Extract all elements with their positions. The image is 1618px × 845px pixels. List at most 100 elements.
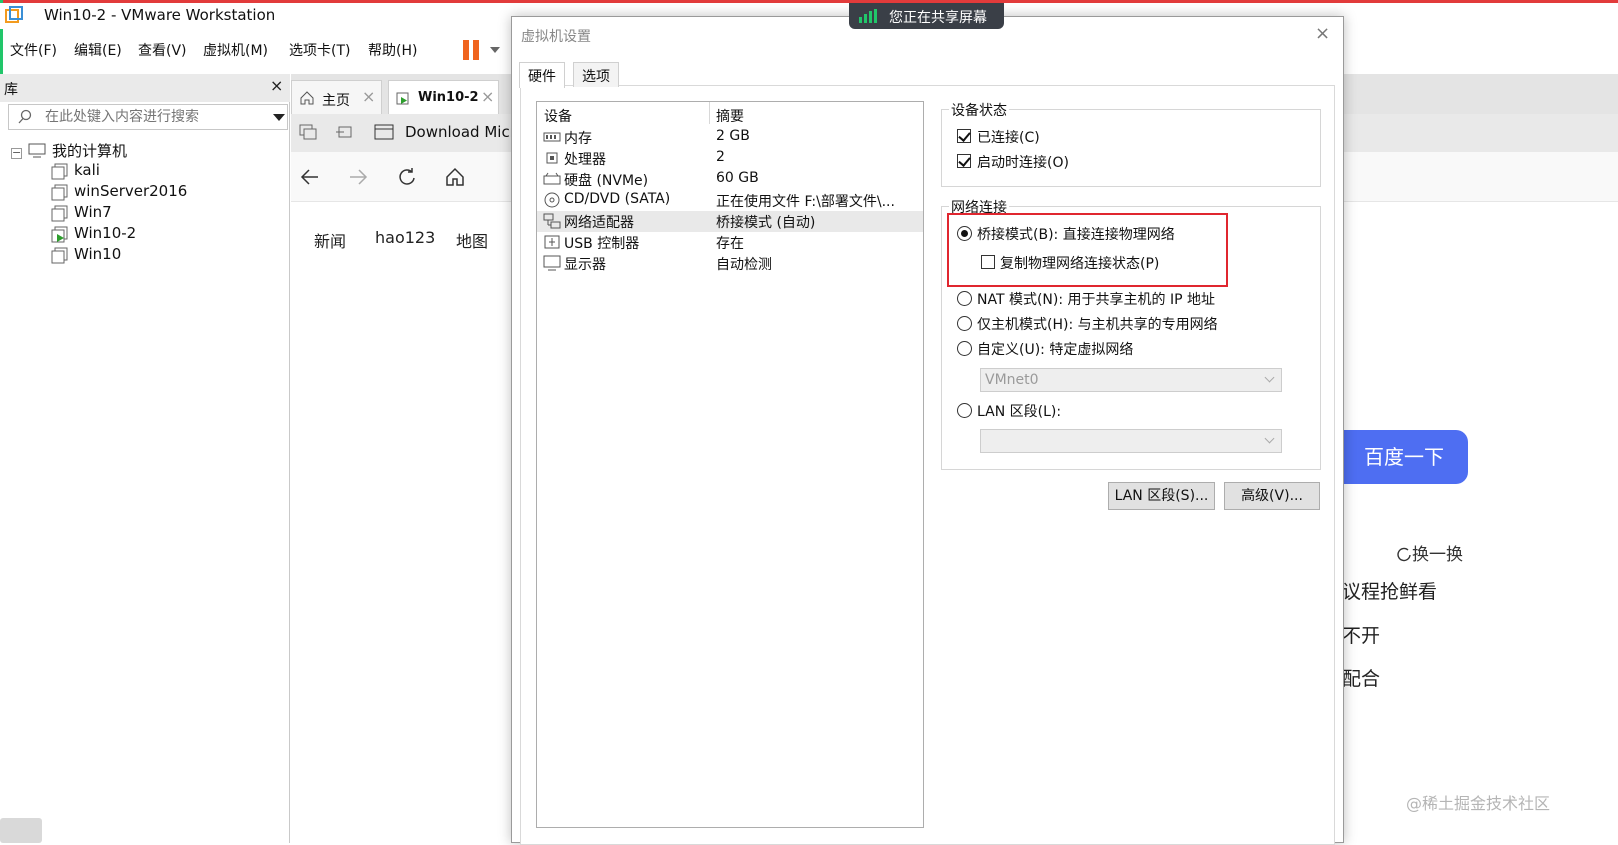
tree-vm-win7[interactable]: Win7 xyxy=(74,203,112,221)
device-row-network[interactable]: 网络适配器 桥接模式 (自动) xyxy=(537,211,923,232)
device-name: 内存 xyxy=(564,131,592,147)
connect-on-power-checkbox[interactable] xyxy=(957,154,971,168)
back-tab-icon[interactable] xyxy=(335,124,353,140)
vm-icon xyxy=(51,247,68,264)
tree-my-computer[interactable]: 我的计算机 xyxy=(52,140,127,161)
advanced-button[interactable]: 高级(V)... xyxy=(1224,482,1320,510)
search-icon xyxy=(18,109,32,124)
back-arrow-icon[interactable] xyxy=(300,167,320,187)
library-header: 库 × xyxy=(0,74,290,102)
device-row-usb[interactable]: USB 控制器 存在 xyxy=(537,232,923,253)
cd-icon xyxy=(544,192,560,208)
vm-running-icon xyxy=(51,226,68,243)
menu-help[interactable]: 帮助(H) xyxy=(368,40,417,60)
device-summary: 正在使用文件 F:\部署文件\... xyxy=(716,194,895,210)
link-hao123[interactable]: hao123 xyxy=(375,228,435,247)
tab-actions-icon[interactable] xyxy=(299,124,317,140)
link-news[interactable]: 新闻 xyxy=(314,228,346,252)
hot-refresh-label: 换一换 xyxy=(1412,545,1463,565)
vm-icon xyxy=(51,205,68,222)
usb-icon xyxy=(544,235,560,249)
device-row-cd[interactable]: CD/DVD (SATA) 正在使用文件 F:\部署文件\... xyxy=(537,190,923,211)
watermark: @稀土掘金技术社区 xyxy=(1406,794,1551,813)
library-search-input[interactable] xyxy=(43,107,263,127)
pause-dropdown-icon[interactable] xyxy=(490,47,500,53)
refresh-icon xyxy=(1397,547,1411,562)
menu-file[interactable]: 文件(F) xyxy=(10,40,57,60)
device-name: CD/DVD (SATA) xyxy=(564,191,671,207)
pause-icon[interactable] xyxy=(463,40,483,62)
browser-tab-icon xyxy=(374,124,394,140)
device-summary: 自动检测 xyxy=(716,257,772,273)
forward-arrow-icon[interactable] xyxy=(348,167,368,187)
link-map[interactable]: 地图 xyxy=(456,228,488,252)
dialog-title: 虚拟机设置 xyxy=(521,29,591,45)
screen-share-banner[interactable]: 您正在共享屏幕 xyxy=(849,3,1004,29)
vm-running-icon xyxy=(396,92,409,105)
list-toggle-icon[interactable] xyxy=(0,818,42,843)
computer-icon xyxy=(28,143,46,158)
device-column-header[interactable]: 设备 xyxy=(544,106,572,126)
device-name: USB 控制器 xyxy=(564,236,640,252)
host-only-radio[interactable] xyxy=(957,316,972,331)
chevron-down-icon xyxy=(1264,372,1275,383)
device-summary: 2 GB xyxy=(716,128,750,144)
tree-vm-winserver2016[interactable]: winServer2016 xyxy=(74,182,187,200)
refresh-icon[interactable] xyxy=(397,167,417,187)
chevron-down-icon[interactable] xyxy=(273,114,285,121)
nat-radio[interactable] xyxy=(957,291,972,306)
device-row-disk[interactable]: 硬盘 (NVMe) 60 GB xyxy=(537,169,923,190)
device-name: 处理器 xyxy=(564,152,606,168)
device-name: 硬盘 (NVMe) xyxy=(564,173,649,189)
close-icon[interactable]: × xyxy=(362,87,375,106)
hot-refresh-link[interactable]: 换一换 xyxy=(1396,540,1463,565)
hot-item[interactable]: 不开 xyxy=(1342,621,1380,648)
lan-segment-select[interactable] xyxy=(980,429,1282,453)
summary-column-header[interactable]: 摘要 xyxy=(716,106,744,126)
device-row-display[interactable]: 显示器 自动检测 xyxy=(537,253,923,274)
menu-view[interactable]: 查看(V) xyxy=(138,40,187,60)
tab-win10-2-label: Win10-2 xyxy=(418,90,479,105)
custom-label: 自定义(U): 特定虚拟网络 xyxy=(977,342,1134,358)
baidu-search-button[interactable]: 百度一下 xyxy=(1340,430,1468,484)
tab-home[interactable]: 主页 × xyxy=(291,80,382,114)
device-summary: 60 GB xyxy=(716,170,759,186)
menu-edit[interactable]: 编辑(E) xyxy=(74,40,122,60)
menu-tabs[interactable]: 选项卡(T) xyxy=(289,40,350,60)
close-icon[interactable]: × xyxy=(1315,23,1330,44)
lan-segment-radio[interactable] xyxy=(957,403,972,418)
custom-radio[interactable] xyxy=(957,341,972,356)
custom-network-select[interactable]: VMnet0 xyxy=(980,368,1282,392)
menu-vm[interactable]: 虚拟机(M) xyxy=(203,40,268,60)
device-list: 设备 摘要 内存 2 GB 处理器 2 硬盘 (NVMe) 60 GB CD/D… xyxy=(536,101,924,828)
tree-vm-win10[interactable]: Win10 xyxy=(74,245,121,263)
device-summary: 桥接模式 (自动) xyxy=(716,215,816,231)
close-icon[interactable]: × xyxy=(481,87,494,106)
lan-segment-label: LAN 区段(L): xyxy=(977,404,1062,420)
tab-win10-2[interactable]: Win10-2 × xyxy=(388,80,499,114)
library-close-icon[interactable]: × xyxy=(270,76,283,95)
device-row-memory[interactable]: 内存 2 GB xyxy=(537,127,923,148)
connected-checkbox[interactable] xyxy=(957,129,971,143)
tab-options[interactable]: 选项 xyxy=(573,62,619,87)
hot-item[interactable]: 配合 xyxy=(1342,664,1380,691)
guest-tab-download[interactable]: Download Micr xyxy=(405,123,516,141)
tree-vm-kali[interactable]: kali xyxy=(74,161,100,179)
vm-settings-dialog: 虚拟机设置 × 硬件 选项 设备 摘要 内存 2 GB 处理器 2 硬盘 (NV… xyxy=(511,16,1344,845)
lan-segments-button[interactable]: LAN 区段(S)... xyxy=(1108,482,1215,510)
tree-collapse-icon[interactable]: − xyxy=(11,147,22,159)
hot-item[interactable]: 议程抢鲜看 xyxy=(1342,577,1437,604)
library-search[interactable] xyxy=(8,104,288,130)
home-icon[interactable] xyxy=(445,167,465,187)
signal-bars-icon xyxy=(859,9,877,23)
vmware-logo-icon xyxy=(5,6,23,23)
vm-icon xyxy=(51,184,68,201)
device-name: 网络适配器 xyxy=(564,215,634,231)
custom-network-value: VMnet0 xyxy=(985,372,1039,388)
tree-vm-win10-2[interactable]: Win10-2 xyxy=(74,224,136,242)
device-row-cpu[interactable]: 处理器 2 xyxy=(537,148,923,169)
device-name: 显示器 xyxy=(564,257,606,273)
device-status-legend: 设备状态 xyxy=(949,100,1009,120)
tab-hardware[interactable]: 硬件 xyxy=(519,62,565,88)
window-title: Win10-2 - VMware Workstation xyxy=(44,6,276,24)
